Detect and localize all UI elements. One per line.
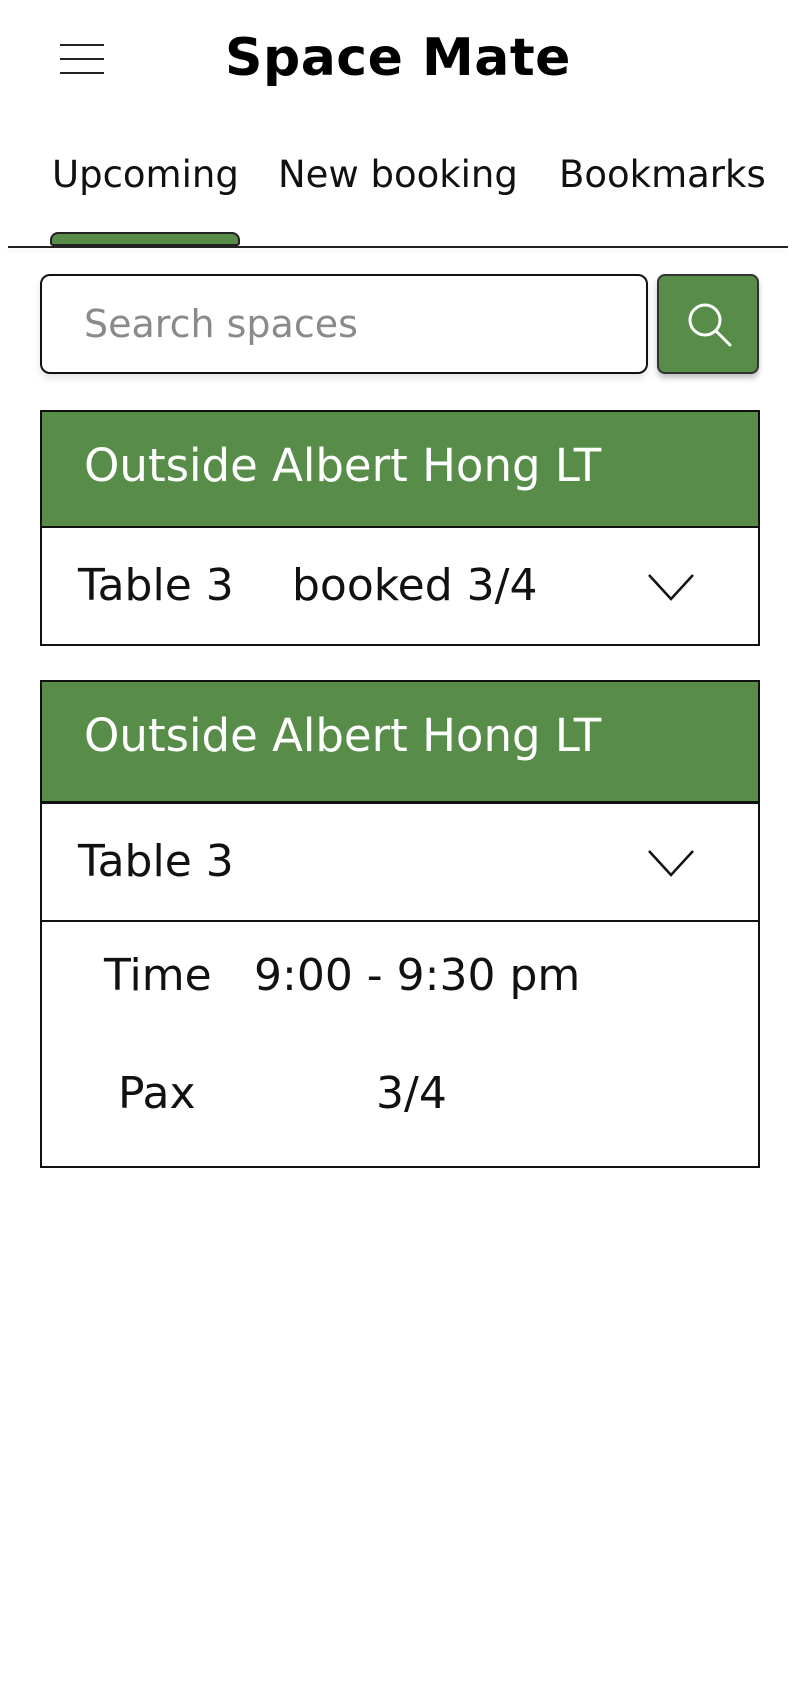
booking-location: Outside Albert Hong LT (84, 709, 602, 762)
booking-location: Outside Albert Hong LT (84, 439, 602, 492)
tabs-divider (8, 246, 788, 248)
search-button[interactable] (657, 274, 759, 374)
active-tab-indicator (50, 232, 240, 246)
chevron-down-icon[interactable] (646, 848, 696, 878)
app-title: Space Mate (225, 28, 571, 88)
booking-card: Outside Albert Hong LT Table 3 Time 9:00… (40, 680, 760, 1168)
booking-card: Outside Albert Hong LT Table 3 booked 3/… (40, 410, 760, 646)
app-screen: Space Mate Upcoming New booking Bookmark… (0, 0, 796, 1688)
time-value: 9:00 - 9:30 pm (254, 950, 581, 1001)
pax-value: 3/4 (376, 1068, 447, 1119)
booking-summary-row[interactable]: Table 3 booked 3/4 (42, 528, 758, 644)
booking-card-header: Outside Albert Hong LT (42, 682, 758, 804)
tab-bar: Upcoming New booking Bookmarks (8, 140, 788, 248)
tab-new-booking[interactable]: New booking (278, 150, 518, 200)
booking-card-header: Outside Albert Hong LT (42, 412, 758, 528)
booking-table: Table 3 (78, 836, 234, 887)
tab-upcoming[interactable]: Upcoming (52, 150, 239, 200)
booking-summary-row[interactable]: Table 3 (42, 804, 758, 922)
chevron-down-icon[interactable] (646, 572, 696, 602)
pax-label: Pax (118, 1068, 196, 1119)
search-icon (688, 303, 732, 347)
booking-table: Table 3 (78, 560, 234, 611)
search-input[interactable] (40, 274, 648, 374)
tab-bookmarks[interactable]: Bookmarks (559, 150, 766, 200)
booking-status: booked 3/4 (292, 560, 538, 611)
time-label: Time (104, 950, 212, 1001)
